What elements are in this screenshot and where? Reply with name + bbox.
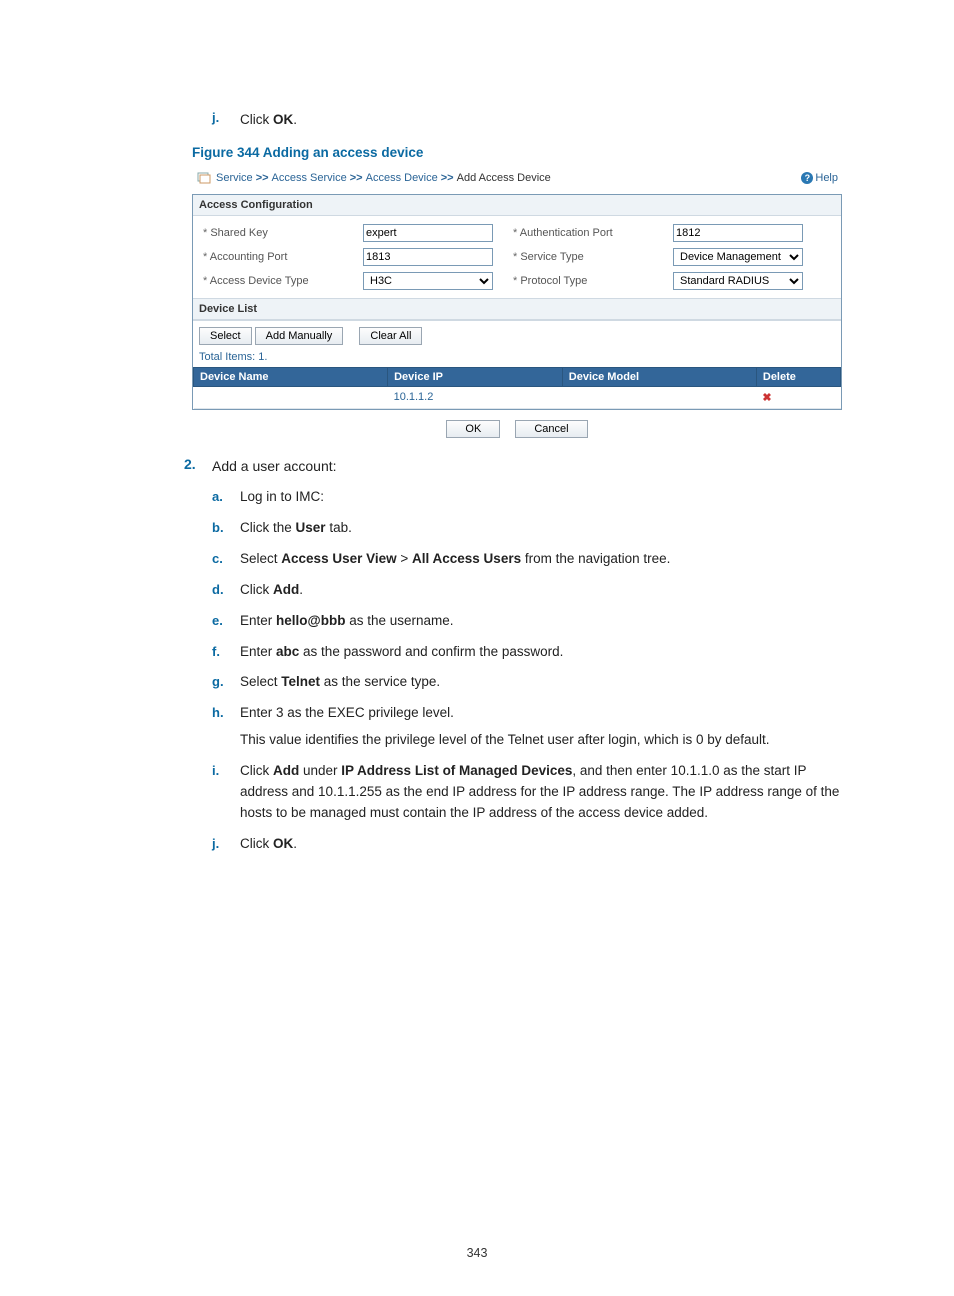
select-access-device-type[interactable]: H3C (363, 272, 493, 290)
help-icon: ? (801, 172, 813, 184)
cancel-button[interactable]: Cancel (515, 420, 587, 438)
label-protocol-type: Protocol Type (513, 275, 663, 287)
step2-i: Click Add under IP Address List of Manag… (240, 761, 844, 824)
label-access-device-type: Access Device Type (203, 275, 353, 287)
step2-h: Enter 3 as the EXEC privilege level. Thi… (240, 703, 770, 751)
step2-e: Enter hello@bbb as the username. (240, 611, 454, 632)
access-configuration-title: Access Configuration (193, 195, 841, 216)
sub-body-j-pre: Click OK. (240, 110, 297, 131)
ok-button[interactable]: OK (446, 420, 500, 438)
page-number: 343 (0, 1246, 954, 1260)
col-device-name: Device Name (194, 367, 388, 386)
col-device-model: Device Model (562, 367, 756, 386)
step2-marker: 2. (184, 456, 212, 855)
label-acct-port: Accounting Port (203, 251, 353, 263)
step2-f: Enter abc as the password and confirm th… (240, 642, 563, 663)
label-shared-key: Shared Key (203, 227, 353, 239)
help-link[interactable]: ? Help (801, 172, 838, 184)
table-row: 10.1.1.2 ✖ (194, 386, 841, 408)
total-items: Total Items: 1. (193, 347, 841, 367)
cell-device-ip: 10.1.1.2 (388, 386, 563, 408)
col-delete: Delete (756, 367, 840, 386)
sub-marker-j-pre: j. (212, 110, 240, 131)
service-icon (196, 170, 212, 186)
input-acct-port[interactable] (363, 248, 493, 266)
figure-caption: Figure 344 Adding an access device (192, 145, 844, 160)
select-protocol-type[interactable]: Standard RADIUS (673, 272, 803, 290)
device-list-title: Device List (193, 298, 841, 320)
screenshot-panel: Service >> Access Service >> Access Devi… (192, 166, 842, 442)
breadcrumb-access-device[interactable]: Access Device (366, 172, 438, 184)
add-manually-button[interactable]: Add Manually (255, 327, 344, 345)
step2-a: Log in to IMC: (240, 487, 324, 508)
access-configuration-panel: Access Configuration Shared Key Authenti… (192, 194, 842, 410)
select-button[interactable]: Select (199, 327, 252, 345)
input-shared-key[interactable] (363, 224, 493, 242)
step2-j: Click OK. (240, 834, 297, 855)
breadcrumb: Service >> Access Service >> Access Devi… (192, 166, 842, 190)
label-auth-port: Authentication Port (513, 227, 663, 239)
breadcrumb-access-service[interactable]: Access Service (272, 172, 347, 184)
input-auth-port[interactable] (673, 224, 803, 242)
step2-g: Select Telnet as the service type. (240, 672, 440, 693)
step2-b: Click the User tab. (240, 518, 352, 539)
step2-intro: Add a user account: (212, 456, 844, 477)
clear-all-button[interactable]: Clear All (359, 327, 422, 345)
select-service-type[interactable]: Device Management S (673, 248, 803, 266)
breadcrumb-service[interactable]: Service (216, 172, 253, 184)
cell-device-name (194, 386, 388, 408)
breadcrumb-current: Add Access Device (457, 172, 551, 184)
label-service-type: Service Type (513, 251, 663, 263)
step2-d: Click Add. (240, 580, 303, 601)
device-table: Device Name Device IP Device Model Delet… (193, 367, 841, 409)
cell-device-model (562, 386, 756, 408)
delete-row-icon[interactable]: ✖ (762, 392, 771, 404)
step2-c: Select Access User View > All Access Use… (240, 549, 670, 570)
col-device-ip: Device IP (388, 367, 563, 386)
